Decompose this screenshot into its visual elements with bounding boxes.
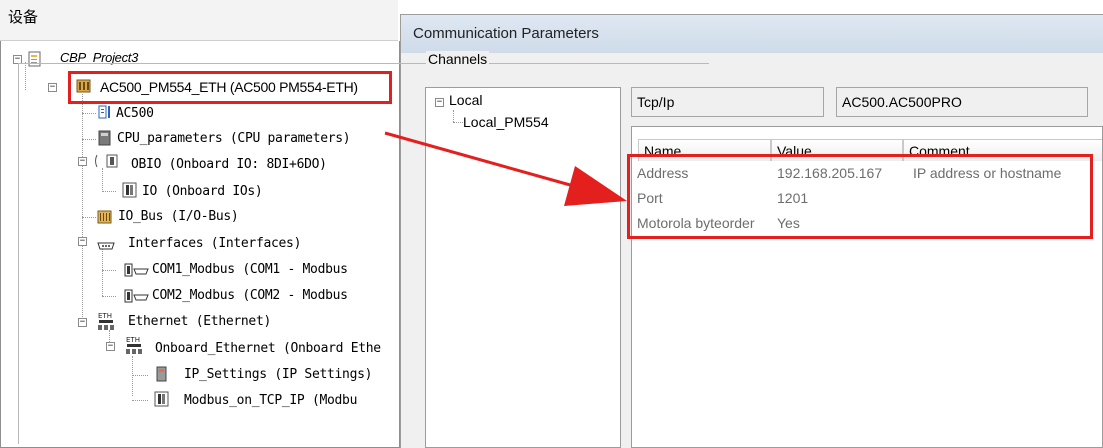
channel-local-pm554[interactable]: Local_PM554 [463,114,549,130]
target-field: AC500.AC500PRO [836,87,1088,117]
protocol-field: Tcp/Ip [631,87,824,117]
parameters-highlight-box [627,154,1093,239]
device-panel-title: 设备 [8,8,39,26]
dialog-titlebar[interactable]: Communication Parameters [401,15,1103,53]
device-panel-header: 设备 [0,0,398,41]
channel-local[interactable]: Local [449,92,482,108]
tree-guide [453,122,463,123]
dialog-title: Communication Parameters [413,25,599,42]
tree-guide [453,110,454,122]
channels-label: Channels [426,51,490,67]
channels-tree[interactable]: − Local Local_PM554 [425,87,621,448]
collapse-toggle-icon[interactable]: − [435,98,444,107]
